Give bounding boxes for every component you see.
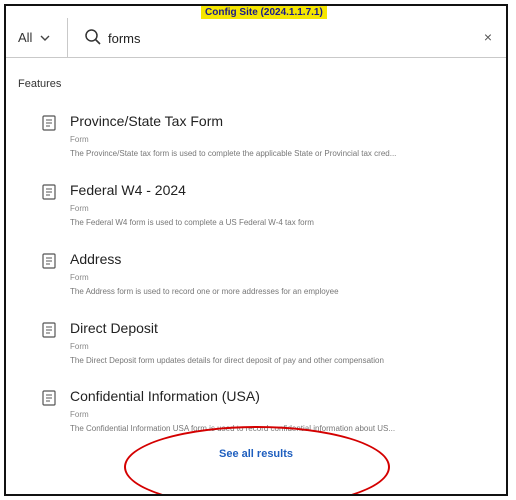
result-title: Province/State Tax Form [70, 113, 224, 129]
result-title: Address [70, 251, 122, 267]
clear-search-button[interactable]: × [484, 29, 492, 45]
search-results: Features Province/State Tax Form Form Th… [6, 58, 506, 494]
scope-label: All [18, 30, 33, 45]
search-bar: All × [6, 18, 506, 58]
result-type: Form [70, 273, 89, 282]
result-title: Federal W4 - 2024 [70, 182, 186, 198]
result-description: The Address form is used to record one o… [70, 287, 339, 296]
result-description: The Federal W4 form is used to complete … [70, 218, 314, 227]
result-item[interactable]: Province/State Tax Form Form The Provinc… [6, 113, 506, 175]
result-description: The Province/State tax form is used to c… [70, 149, 397, 158]
result-type: Form [70, 342, 89, 351]
result-item[interactable]: Address Form The Address form is used to… [6, 251, 506, 313]
environment-badge: Config Site (2024.1.1.7.1) [201, 6, 327, 19]
document-icon [42, 253, 56, 269]
result-item[interactable]: Direct Deposit Form The Direct Deposit f… [6, 320, 506, 382]
document-icon [42, 390, 56, 406]
see-all-results-link[interactable]: See all results [6, 448, 506, 460]
document-icon [42, 322, 56, 338]
section-title: Features [18, 78, 62, 90]
search-input[interactable] [108, 26, 448, 50]
result-item[interactable]: Confidential Information (USA) Form The … [6, 388, 506, 450]
document-icon [42, 184, 56, 200]
scope-dropdown[interactable]: All [6, 18, 68, 57]
chevron-down-icon [40, 35, 50, 41]
search-icon [85, 29, 101, 45]
result-type: Form [70, 204, 89, 213]
search-panel: All × Features Province/State Tax Form F… [4, 4, 508, 496]
result-item[interactable]: Federal W4 - 2024 Form The Federal W4 fo… [6, 182, 506, 244]
result-type: Form [70, 410, 89, 419]
result-title: Direct Deposit [70, 320, 158, 336]
result-description: The Confidential Information USA form is… [70, 424, 396, 433]
result-title: Confidential Information (USA) [70, 388, 260, 404]
result-type: Form [70, 135, 89, 144]
document-icon [42, 115, 56, 131]
result-description: The Direct Deposit form updates details … [70, 356, 384, 365]
